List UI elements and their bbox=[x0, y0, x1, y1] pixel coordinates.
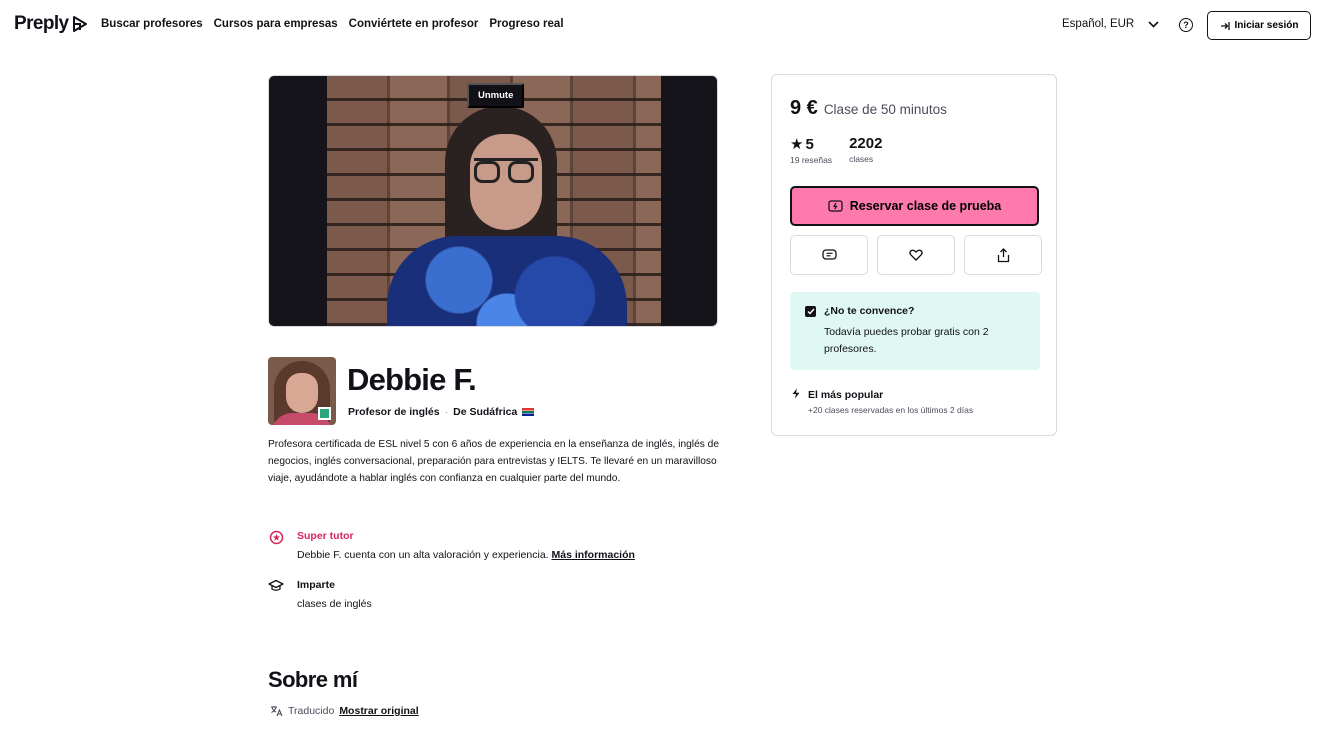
preply-logo[interactable]: Preply bbox=[14, 13, 89, 35]
message-button[interactable] bbox=[790, 235, 868, 275]
super-tutor-badge-icon bbox=[268, 529, 284, 545]
tutor-origin: De Sudáfrica bbox=[453, 406, 518, 418]
super-tutor-desc: Debbie F. cuenta con un alta valoración … bbox=[297, 548, 635, 562]
tutor-stats: ★ 5 19 reseñas 2202 clases bbox=[790, 135, 882, 165]
lightning-ticket-icon bbox=[828, 200, 843, 212]
price-block: 9 € Clase de 50 minutos bbox=[790, 97, 947, 120]
intro-video[interactable]: Unmute bbox=[268, 75, 718, 327]
top-nav-bar: Preply Buscar profesores Cursos para emp… bbox=[0, 0, 1328, 52]
teaches-title: Imparte bbox=[297, 579, 335, 591]
glasses-lens-right bbox=[508, 161, 534, 183]
more-info-link[interactable]: Más información bbox=[552, 549, 635, 561]
popular-title: El más popular bbox=[808, 389, 884, 401]
lessons-label: clases bbox=[849, 154, 874, 164]
video-frame bbox=[327, 76, 661, 326]
rating-value: 5 bbox=[805, 135, 814, 153]
share-button[interactable] bbox=[964, 235, 1042, 275]
translated-label: Traducido bbox=[288, 705, 335, 717]
promo-desc: Todavía puedes probar gratis con 2 profe… bbox=[824, 326, 989, 355]
lesson-duration: Clase de 50 minutos bbox=[823, 102, 947, 117]
booking-card: 9 € Clase de 50 minutos ★ 5 19 reseñas 22… bbox=[771, 74, 1057, 436]
graduation-cap-icon bbox=[268, 578, 284, 594]
separator-dot: · bbox=[444, 406, 449, 418]
glasses-lens-left bbox=[474, 161, 500, 183]
favorite-button[interactable] bbox=[877, 235, 955, 275]
language-currency-selector[interactable]: Español, EUR bbox=[1062, 18, 1159, 30]
translation-notice: Traducido Mostrar original bbox=[270, 705, 419, 717]
super-tutor-desc-text: Debbie F. cuenta con un alta valoración … bbox=[297, 549, 549, 561]
shield-check-icon bbox=[805, 306, 816, 317]
teaches-desc: clases de inglés bbox=[297, 598, 372, 610]
lessons-stat: 2202 clases bbox=[849, 135, 882, 165]
book-trial-label: Reservar clase de prueba bbox=[849, 199, 1002, 213]
chevron-down-icon bbox=[1148, 20, 1159, 28]
card-actions bbox=[790, 235, 1042, 275]
rating-stat: ★ 5 19 reseñas bbox=[790, 135, 833, 166]
nav-business-courses[interactable]: Cursos para empresas bbox=[214, 18, 338, 30]
nav-find-tutors[interactable]: Buscar profesores bbox=[101, 18, 203, 30]
online-status-indicator bbox=[318, 407, 331, 420]
teaches-feature: Imparte clases de inglés bbox=[268, 578, 372, 611]
tutor-subject: Profesor de inglés bbox=[348, 406, 440, 418]
super-tutor-title: Super tutor bbox=[297, 530, 354, 542]
nav-become-tutor[interactable]: Conviértete en profesor bbox=[349, 18, 479, 30]
tutor-subinfo: Profesor de inglés · De Sudáfrica bbox=[348, 406, 535, 418]
unmute-button[interactable]: Unmute bbox=[467, 83, 525, 108]
about-me-heading: Sobre mí bbox=[268, 667, 358, 692]
video-person-body bbox=[387, 236, 627, 326]
main-nav: Buscar profesores Cursos para empresas C… bbox=[101, 18, 564, 30]
question-circle-icon[interactable]: ? bbox=[1179, 18, 1193, 32]
book-trial-lesson-button[interactable]: Reservar clase de prueba bbox=[790, 186, 1039, 226]
preply-logo-icon bbox=[72, 16, 87, 32]
free-trial-promo: ¿No te convence? Todavía puedes probar g… bbox=[790, 292, 1040, 370]
message-icon bbox=[821, 248, 837, 260]
tutor-bio: Profesora certificada de ESL nivel 5 con… bbox=[268, 439, 719, 485]
login-arrow-icon bbox=[1220, 21, 1230, 30]
nav-real-progress[interactable]: Progreso real bbox=[489, 18, 563, 30]
heart-icon bbox=[909, 249, 923, 261]
language-label: Español, EUR bbox=[1062, 18, 1135, 30]
lightning-icon bbox=[792, 388, 800, 399]
logo-text: Preply bbox=[14, 13, 69, 34]
show-original-link[interactable]: Mostrar original bbox=[339, 705, 418, 717]
south-africa-flag-icon bbox=[522, 408, 535, 416]
translate-icon bbox=[271, 706, 283, 717]
super-tutor-feature: Super tutor Debbie F. cuenta con un alta… bbox=[268, 529, 635, 562]
login-label: Iniciar sesión bbox=[1234, 20, 1299, 31]
login-button[interactable]: Iniciar sesión bbox=[1207, 11, 1311, 40]
popular-desc: +20 clases reservadas en los últimos 2 d… bbox=[808, 405, 974, 415]
tutor-name: Debbie F. bbox=[347, 362, 477, 397]
reviews-count: 19 reseñas bbox=[790, 155, 833, 165]
price-amount: 9 € bbox=[790, 97, 818, 119]
avatar-face bbox=[286, 373, 318, 413]
video-person-glasses bbox=[474, 158, 538, 183]
lessons-count: 2202 bbox=[849, 135, 883, 152]
promo-title: ¿No te convence? bbox=[824, 305, 915, 317]
share-icon bbox=[997, 247, 1009, 262]
star-icon: ★ bbox=[790, 136, 804, 153]
